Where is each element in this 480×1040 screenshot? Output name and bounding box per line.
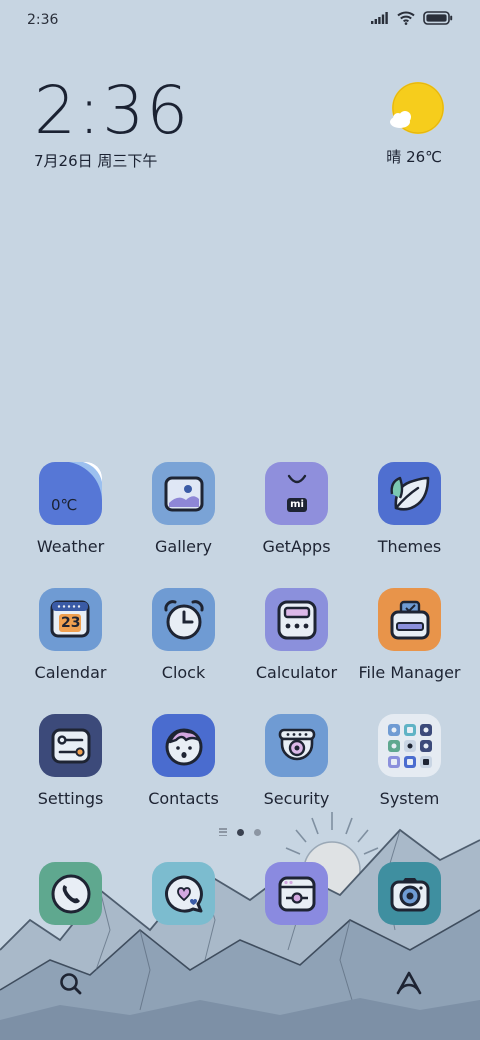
weather-app-badge: 0℃: [51, 496, 78, 514]
app-clock[interactable]: Clock: [127, 588, 240, 682]
contacts-icon: [152, 714, 215, 777]
search-icon[interactable]: [58, 971, 84, 997]
app-contacts[interactable]: Contacts: [127, 714, 240, 808]
folder-icon: [378, 588, 441, 651]
status-bar: 2:36: [0, 0, 480, 40]
clock-date: 7月26日 周三下午: [34, 152, 158, 170]
getapps-badge: mi: [287, 498, 307, 512]
system-folder-icon: [378, 714, 441, 777]
wifi-icon: [397, 11, 415, 25]
status-icons: [371, 11, 453, 25]
page-dot: [254, 828, 261, 836]
app-label: Clock: [161, 663, 206, 682]
app-gallery[interactable]: Gallery: [127, 462, 240, 556]
phone-icon: [51, 874, 90, 913]
app-label: Gallery: [155, 537, 212, 556]
calendar-day: 23: [61, 615, 81, 631]
search-bar[interactable]: [40, 955, 440, 1011]
page-dot-active: [237, 828, 244, 836]
status-time: 2:36: [27, 12, 59, 28]
calculator-icon: [265, 588, 328, 651]
page-indicator[interactable]: [0, 828, 480, 836]
app-weather[interactable]: 0℃ Weather: [14, 462, 127, 556]
app-settings[interactable]: Settings: [14, 714, 127, 808]
camera-app[interactable]: [378, 862, 441, 925]
sun-cloud-icon: [390, 82, 444, 134]
phone-app[interactable]: [39, 862, 102, 925]
browser-app[interactable]: [265, 862, 328, 925]
messages-icon: [164, 875, 203, 912]
calendar-icon: 23: [39, 588, 102, 651]
camera-icon: [390, 877, 429, 911]
app-calculator[interactable]: Calculator: [240, 588, 353, 682]
signal-icon: [371, 12, 388, 24]
gallery-icon: [152, 462, 215, 525]
app-label: Calendar: [34, 663, 107, 682]
app-themes[interactable]: Themes: [353, 462, 466, 556]
battery-icon: [423, 11, 453, 25]
app-label: Calculator: [255, 663, 338, 682]
menu-lines-icon: [219, 828, 227, 836]
themes-icon: [378, 462, 441, 525]
assistant-icon[interactable]: [394, 969, 424, 997]
dock: [0, 862, 480, 925]
app-getapps[interactable]: mi GetApps: [240, 462, 353, 556]
app-file-manager[interactable]: File Manager: [353, 588, 466, 682]
settings-icon: [39, 714, 102, 777]
weather-text: 晴 26℃: [386, 148, 442, 166]
app-label: Themes: [377, 537, 442, 556]
security-icon: [265, 714, 328, 777]
getapps-icon: mi: [265, 462, 328, 525]
app-label: File Manager: [358, 663, 461, 682]
clock-icon: [152, 588, 215, 651]
app-system-folder[interactable]: System: [353, 714, 466, 808]
weather-widget[interactable]: 晴 26℃: [352, 80, 452, 170]
app-calendar[interactable]: 23 Calendar: [14, 588, 127, 682]
clock-widget[interactable]: 2:36 7月26日 周三下午: [34, 78, 190, 171]
app-label: GetApps: [262, 537, 331, 556]
weather-app-icon: 0℃: [39, 462, 102, 525]
app-label: Weather: [36, 537, 105, 556]
app-security[interactable]: Security: [240, 714, 353, 808]
messages-app[interactable]: [152, 862, 215, 925]
clock-time: 2:36: [34, 72, 191, 149]
browser-icon: [278, 876, 315, 911]
